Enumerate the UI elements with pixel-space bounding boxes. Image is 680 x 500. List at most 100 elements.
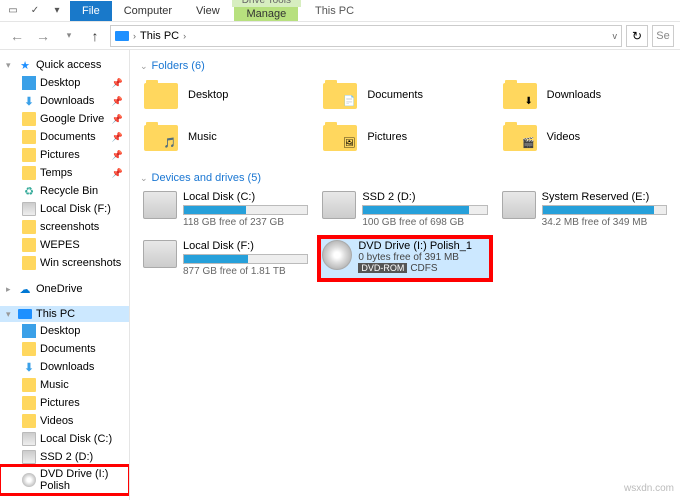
pc-icon — [18, 309, 32, 319]
folder-item[interactable]: ⬇Downloads — [499, 76, 670, 114]
nav-item[interactable]: ⬇Downloads📌 — [0, 92, 129, 110]
qat-new-folder-icon[interactable]: ✓ — [26, 1, 44, 19]
folder-icon — [22, 342, 36, 356]
drive-item-dvd[interactable]: DVD Drive (I:) Polish_10 bytes free of 3… — [319, 237, 490, 280]
capacity-bar — [542, 205, 667, 215]
folder-item[interactable]: 🖼 Pictures — [319, 118, 490, 156]
nav-item[interactable]: ♻Recycle Bin — [0, 182, 129, 200]
folder-label: Documents — [367, 89, 423, 101]
nav-item[interactable]: Win screenshots — [0, 254, 129, 272]
drive-item[interactable]: SSD 2 (D:)100 GB free of 698 GB — [319, 188, 490, 231]
chevron-down-icon: ⌄ — [140, 61, 148, 72]
folder-icon — [22, 166, 36, 180]
folder-label: Music — [188, 131, 217, 143]
nav-item[interactable]: Videos — [0, 412, 129, 430]
quick-access-label: Quick access — [36, 59, 101, 71]
nav-item[interactable]: Documents📌 — [0, 128, 129, 146]
address-bar[interactable]: › This PC › v — [110, 25, 622, 47]
onedrive-icon: ☁ — [18, 282, 32, 296]
onedrive-header[interactable]: ▸ ☁ OneDrive — [0, 280, 129, 298]
titlebar: ▭ ✓ ▾ File Computer View Drive Tools Man… — [0, 0, 680, 22]
onedrive-label: OneDrive — [36, 283, 82, 295]
folder-icon: 🖼 — [323, 122, 359, 152]
desktop-icon — [22, 324, 36, 338]
pin-icon: 📌 — [112, 150, 123, 161]
this-pc-header[interactable]: ▾ This PC — [0, 306, 129, 322]
nav-item[interactable]: Google Drive📌 — [0, 110, 129, 128]
drive-item[interactable]: System Reserved (E:)34.2 MB free of 349 … — [499, 188, 670, 231]
back-button[interactable]: ← — [6, 25, 28, 47]
dvd-icon — [322, 240, 352, 270]
refresh-button[interactable]: ↻ — [626, 25, 648, 47]
downloads-icon: ⬇ — [22, 360, 36, 374]
drive-icon — [22, 450, 36, 464]
drive-item[interactable]: Local Disk (F:)877 GB free of 1.81 TB — [140, 237, 311, 280]
drive-item[interactable]: Local Disk (C:)118 GB free of 237 GB — [140, 188, 311, 231]
nav-item-label: Videos — [40, 415, 73, 427]
drive-name: DVD Drive (I:) Polish_1 — [358, 240, 487, 252]
nav-item-label: Music — [40, 379, 69, 391]
nav-item[interactable]: Temps📌 — [0, 164, 129, 182]
folder-item[interactable]: 🎬Videos — [499, 118, 670, 156]
chevron-down-icon: ▾ — [6, 60, 14, 71]
nav-item-label: Downloads — [40, 361, 94, 373]
address-dropdown-icon[interactable]: v — [613, 31, 618, 41]
drive-icon — [502, 191, 536, 219]
folder-item[interactable]: 🎵 Music — [140, 118, 311, 156]
drive-free-text: 0 bytes free of 391 MB — [358, 252, 487, 263]
drive-name: Local Disk (C:) — [183, 191, 308, 203]
folder-icon: 🎵 — [144, 122, 180, 152]
view-tab[interactable]: View — [184, 1, 232, 21]
nav-item[interactable]: Desktop — [0, 322, 129, 340]
folder-icon — [22, 220, 36, 234]
nav-item[interactable]: Pictures — [0, 394, 129, 412]
folder-label: Videos — [547, 131, 580, 143]
nav-item[interactable]: WEPES — [0, 236, 129, 254]
file-tab[interactable]: File — [70, 1, 112, 21]
folder-icon — [22, 414, 36, 428]
chevron-right-icon[interactable]: › — [183, 31, 186, 41]
folder-icon — [22, 396, 36, 410]
up-button[interactable]: ↑ — [84, 25, 106, 47]
qat-dropdown-icon[interactable]: ▾ — [48, 1, 66, 19]
folder-icon — [22, 238, 36, 252]
drive-icon — [322, 191, 356, 219]
pin-icon: 📌 — [112, 96, 123, 107]
nav-item[interactable]: Desktop📌 — [0, 74, 129, 92]
nav-item[interactable]: ⬇ Downloads — [0, 358, 129, 376]
nav-item-label: Temps — [40, 167, 72, 179]
computer-tab[interactable]: Computer — [112, 1, 184, 21]
drive-icon — [22, 202, 36, 216]
nav-item-label: SSD 2 (D:) — [40, 451, 93, 463]
nav-item[interactable]: Documents — [0, 340, 129, 358]
drive-free-text: 877 GB free of 1.81 TB — [183, 266, 308, 277]
folders-header-label: Folders (6) — [152, 60, 205, 72]
nav-item-label: Documents — [40, 131, 96, 143]
nav-item[interactable]: SSD 2 (D:) — [0, 448, 129, 466]
nav-item[interactable]: Local Disk (C:) — [0, 430, 129, 448]
address-location[interactable]: This PC — [140, 30, 179, 42]
folder-item[interactable]: Desktop — [140, 76, 311, 114]
folder-label: Pictures — [367, 131, 407, 143]
search-box[interactable]: Se — [652, 25, 674, 47]
dvd-icon — [22, 473, 36, 487]
folder-item[interactable]: 📄Documents — [319, 76, 490, 114]
drives-section-header[interactable]: ⌄ Devices and drives (5) — [140, 168, 670, 188]
quick-access-header[interactable]: ▾ ★ Quick access — [0, 56, 129, 74]
forward-button[interactable]: → — [32, 25, 54, 47]
folder-icon — [22, 148, 36, 162]
folders-section-header[interactable]: ⌄ Folders (6) — [140, 56, 670, 76]
recent-dropdown[interactable]: ▾ — [58, 25, 80, 47]
qat-properties-icon[interactable]: ▭ — [4, 1, 22, 19]
manage-tab[interactable]: Manage — [234, 7, 298, 21]
drive-free-text: 100 GB free of 698 GB — [362, 217, 487, 228]
nav-item-label: Downloads — [40, 95, 94, 107]
nav-item[interactable]: Music — [0, 376, 129, 394]
folder-label: Desktop — [188, 89, 228, 101]
nav-item[interactable]: screenshots — [0, 218, 129, 236]
dvd-rom-badge: DVD-ROM — [358, 263, 407, 273]
nav-item-label: Pictures — [40, 149, 80, 161]
nav-item-dvd-drive[interactable]: DVD Drive (I:) Polish — [0, 466, 129, 494]
nav-item[interactable]: Local Disk (F:) — [0, 200, 129, 218]
nav-item[interactable]: Pictures 📌 — [0, 146, 129, 164]
